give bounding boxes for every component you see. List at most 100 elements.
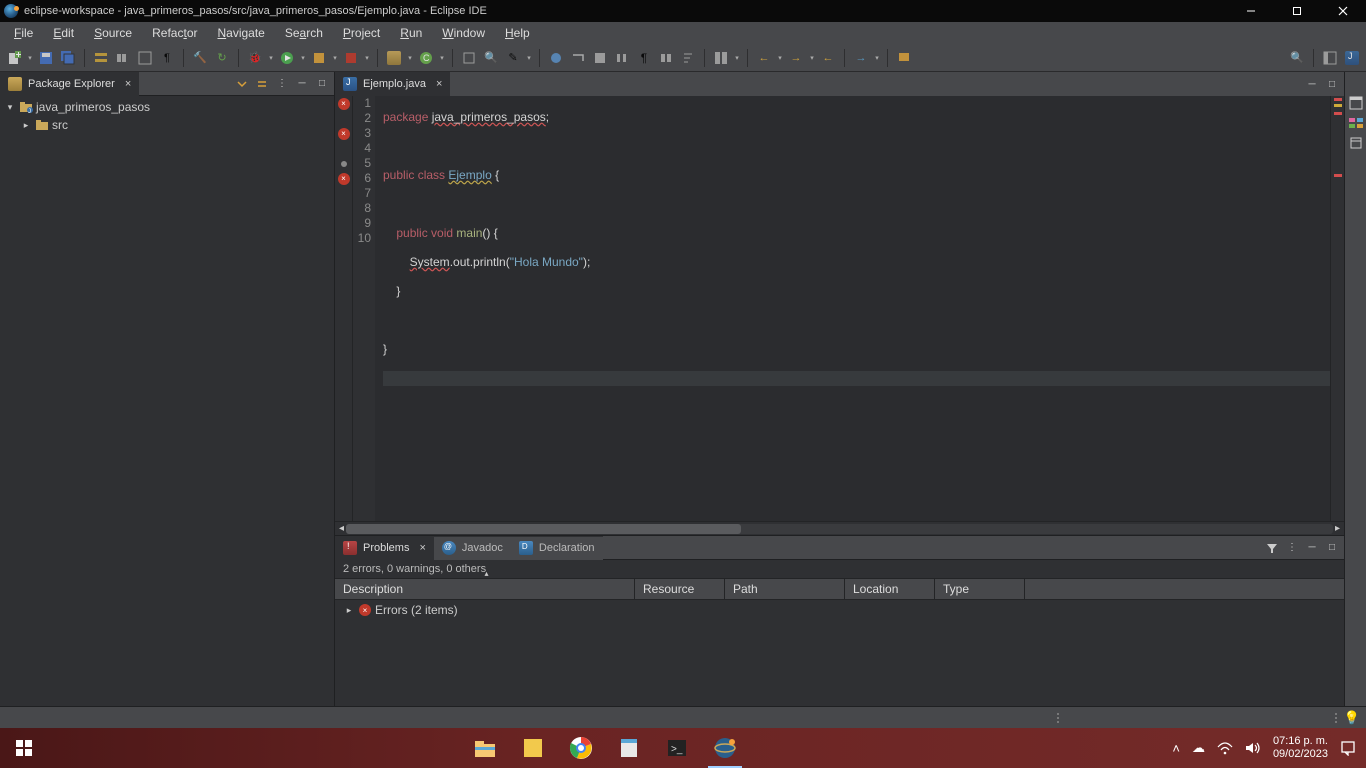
- next-annotation-dropdown[interactable]: ▾: [873, 54, 881, 62]
- search-button[interactable]: 🔍: [481, 48, 501, 68]
- project-node[interactable]: ▾ J java_primeros_pasos: [0, 98, 334, 116]
- code-area[interactable]: package java_primeros_pasos; public clas…: [375, 96, 1330, 521]
- scroll-right-icon[interactable]: ▸: [1335, 523, 1340, 534]
- editor-horizontal-scrollbar[interactable]: ◂ ▸: [335, 521, 1344, 535]
- perspective-dropdown[interactable]: ▾: [733, 54, 741, 62]
- menu-file[interactable]: File: [4, 23, 43, 43]
- col-location[interactable]: Location: [845, 579, 935, 599]
- taskbar-terminal[interactable]: >_: [654, 728, 700, 768]
- menu-window[interactable]: Window: [432, 23, 495, 43]
- taskbar-notepad[interactable]: [606, 728, 652, 768]
- menu-navigate[interactable]: Navigate: [207, 23, 274, 43]
- menu-edit[interactable]: Edit: [43, 23, 84, 43]
- overview-ruler[interactable]: [1330, 96, 1344, 521]
- line-number-gutter[interactable]: 1 2 3 4 5 6 7 8 9 10: [353, 96, 375, 521]
- show-whitespace-button[interactable]: ¶: [157, 48, 177, 68]
- step-button[interactable]: [568, 48, 588, 68]
- next-annotation-button[interactable]: →: [851, 48, 871, 68]
- maximize-view-button[interactable]: □: [1324, 540, 1340, 556]
- taskbar-eclipse[interactable]: [702, 728, 748, 768]
- statusbar-grip-icon[interactable]: [1054, 713, 1062, 723]
- statusbar-grip-icon[interactable]: [1332, 713, 1340, 723]
- taskbar-sticky-notes[interactable]: [510, 728, 556, 768]
- run-button[interactable]: [277, 48, 297, 68]
- titlebar[interactable]: eclipse-workspace - java_primeros_pasos/…: [0, 0, 1366, 22]
- ext-tools-dropdown[interactable]: ▾: [363, 54, 371, 62]
- close-view-icon[interactable]: ×: [125, 78, 131, 90]
- system-tray[interactable]: ˄ ☁ 07:16 p. m. 09/02/2023: [1162, 735, 1366, 761]
- minimize-editor-button[interactable]: ─: [1304, 76, 1320, 92]
- java-perspective-button[interactable]: [1342, 48, 1362, 68]
- twisty-icon[interactable]: ▾: [4, 102, 16, 113]
- maximize-editor-button[interactable]: □: [1324, 76, 1340, 92]
- javadoc-tab[interactable]: Javadoc: [434, 536, 511, 560]
- back-button[interactable]: ←: [754, 48, 774, 68]
- taskbar-file-explorer[interactable]: [462, 728, 508, 768]
- new-class-dropdown[interactable]: ▾: [438, 54, 446, 62]
- view-menu-button[interactable]: ⋮: [274, 76, 290, 92]
- pin-button[interactable]: ¶: [634, 48, 654, 68]
- col-type[interactable]: Type: [935, 579, 1025, 599]
- block-select-button[interactable]: [135, 48, 155, 68]
- overview-error-mark[interactable]: [1334, 112, 1342, 115]
- outline-trim-icon[interactable]: [1349, 96, 1363, 110]
- close-view-icon[interactable]: ×: [419, 542, 425, 554]
- new-button[interactable]: [4, 48, 24, 68]
- menu-search[interactable]: Search: [275, 23, 333, 43]
- package-explorer-tree[interactable]: ▾ J java_primeros_pasos ▸ src: [0, 96, 334, 706]
- bookmarks-trim-icon[interactable]: [1349, 136, 1363, 150]
- resume-button[interactable]: [590, 48, 610, 68]
- debug-dropdown[interactable]: ▾: [267, 54, 275, 62]
- menu-run[interactable]: Run: [390, 23, 432, 43]
- last-edit-button[interactable]: ←: [818, 48, 838, 68]
- refresh-button[interactable]: ↻: [212, 48, 232, 68]
- code-editor[interactable]: × × × 1 2 3 4 5 6 7: [335, 96, 1344, 521]
- filter-button[interactable]: [656, 48, 676, 68]
- pin-editor-button[interactable]: [894, 48, 914, 68]
- col-resource[interactable]: Resource: [635, 579, 725, 599]
- package-explorer-tab[interactable]: Package Explorer ×: [0, 72, 139, 96]
- col-description[interactable]: Description▴: [335, 579, 635, 599]
- quick-access-button[interactable]: 🔍: [1287, 48, 1307, 68]
- menu-help[interactable]: Help: [495, 23, 540, 43]
- new-package-button[interactable]: [384, 48, 404, 68]
- scroll-thumb[interactable]: [346, 524, 741, 534]
- close-editor-icon[interactable]: ×: [436, 78, 442, 90]
- tray-volume-icon[interactable]: [1245, 741, 1261, 755]
- toggle-breadcrumb-button[interactable]: [91, 48, 111, 68]
- windows-taskbar[interactable]: >_ ˄ ☁ 07:16 p. m. 09/02/2023: [0, 728, 1366, 768]
- taskbar-clock[interactable]: 07:16 p. m. 09/02/2023: [1273, 735, 1328, 761]
- start-button[interactable]: [0, 728, 48, 768]
- scroll-left-icon[interactable]: ◂: [339, 523, 344, 534]
- menu-source[interactable]: Source: [84, 23, 142, 43]
- close-button[interactable]: [1320, 0, 1366, 22]
- debug-button[interactable]: 🐞: [245, 48, 265, 68]
- tray-notifications-icon[interactable]: [1340, 740, 1356, 756]
- view-menu-button[interactable]: ⋮: [1284, 540, 1300, 556]
- minimize-view-button[interactable]: ─: [294, 76, 310, 92]
- problems-tab[interactable]: Problems ×: [335, 536, 434, 560]
- collapse-all-button[interactable]: [234, 76, 250, 92]
- suspend-button[interactable]: [612, 48, 632, 68]
- problems-table[interactable]: Description▴ Resource Path Location Type…: [335, 578, 1344, 706]
- forward-disabled-button[interactable]: →: [786, 48, 806, 68]
- src-node[interactable]: ▸ src: [0, 116, 334, 134]
- back-dropdown[interactable]: ▾: [776, 54, 784, 62]
- error-marker-icon[interactable]: ×: [338, 128, 350, 140]
- forward-dropdown[interactable]: ▾: [808, 54, 816, 62]
- minimize-button[interactable]: [1228, 0, 1274, 22]
- new-class-button[interactable]: C: [416, 48, 436, 68]
- perspective-button[interactable]: [711, 48, 731, 68]
- open-perspective-button[interactable]: [1320, 48, 1340, 68]
- taskbar-chrome[interactable]: [558, 728, 604, 768]
- twisty-icon[interactable]: ▸: [20, 120, 32, 131]
- new-dropdown[interactable]: ▾: [26, 54, 34, 62]
- coverage-dropdown[interactable]: ▾: [331, 54, 339, 62]
- tray-onedrive-icon[interactable]: ☁: [1192, 740, 1205, 756]
- menu-refactor[interactable]: Refactor: [142, 23, 207, 43]
- maximize-button[interactable]: [1274, 0, 1320, 22]
- open-type-button[interactable]: [459, 48, 479, 68]
- error-marker-icon[interactable]: ×: [338, 98, 350, 110]
- marker-column[interactable]: × × ×: [335, 96, 353, 521]
- tray-chevron-icon[interactable]: ˄: [1172, 741, 1180, 756]
